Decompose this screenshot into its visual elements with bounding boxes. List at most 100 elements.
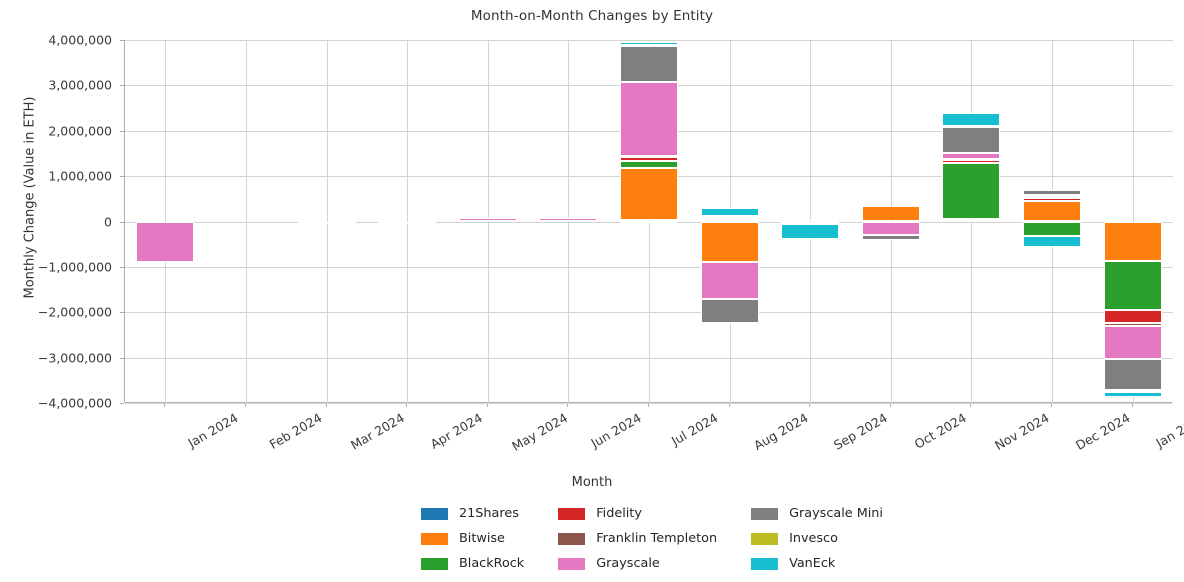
bar-group[interactable]	[861, 40, 920, 403]
legend-swatch	[421, 507, 448, 520]
bar-segment-grayscale[interactable]	[1103, 325, 1162, 359]
bar-group[interactable]	[458, 40, 517, 403]
bar-segment-grayscale[interactable]	[136, 221, 195, 263]
x-tick-label: Mar 2024	[347, 410, 407, 453]
bar-segment-grayscale[interactable]	[942, 152, 1001, 160]
bar-segment-bitwise[interactable]	[1023, 201, 1082, 222]
bar-segment-franklin-templeton[interactable]	[942, 159, 1001, 162]
bar-segment-blackrock[interactable]	[942, 162, 1001, 219]
bar-segment-invesco[interactable]	[1023, 189, 1082, 192]
legend-label: Bitwise	[459, 531, 505, 546]
bar-group[interactable]	[378, 40, 437, 403]
legend-label: Fidelity	[596, 506, 642, 521]
bar-segment-vaneck[interactable]	[1023, 236, 1082, 248]
legend-item-invesco[interactable]: Invesco	[751, 528, 883, 549]
bar-segment-invesco[interactable]	[700, 216, 759, 219]
legend-item-21shares[interactable]: 21Shares	[421, 503, 524, 524]
legend-label: Grayscale Mini	[789, 506, 883, 521]
bar-group[interactable]	[1103, 40, 1162, 403]
legend-item-bitwise[interactable]: Bitwise	[421, 528, 524, 549]
y-axis-label: Monthly Change (Value in ETH)	[22, 96, 38, 299]
legend-swatch	[751, 557, 779, 570]
x-tick-label: Dec 2024	[1073, 410, 1133, 453]
bar-segment-blackrock[interactable]	[619, 160, 678, 169]
legend-swatch	[751, 532, 779, 545]
legend-swatch	[421, 532, 448, 545]
x-axis-label: Month	[571, 475, 613, 490]
legend-item-grayscale-mini[interactable]: Grayscale Mini	[751, 503, 883, 524]
x-tick-label: Apr 2024	[427, 410, 486, 452]
bar-segment-grayscale[interactable]	[1023, 194, 1082, 197]
legend-swatch	[751, 507, 779, 520]
x-tick-label: Aug 2024	[750, 410, 811, 454]
bar-segment-grayscale-mini[interactable]	[619, 44, 678, 82]
y-tick-label: −3,000,000	[37, 350, 112, 366]
bar-segment-invesco[interactable]	[942, 126, 1001, 129]
legend-item-blackrock[interactable]: BlackRock	[421, 553, 524, 574]
bar-segment-bitwise[interactable]	[861, 205, 920, 222]
bar-group[interactable]	[1023, 40, 1082, 403]
x-tick-label: May 2024	[509, 410, 570, 454]
chart-figure: Month-on-Month Changes by Entity Monthly…	[0, 0, 1184, 582]
bar-segment-blackrock[interactable]	[1103, 260, 1162, 310]
bar-segment-vaneck[interactable]	[700, 207, 759, 217]
bar-group[interactable]	[700, 40, 759, 403]
legend-label: Invesco	[789, 531, 838, 546]
y-tick-label: −4,000,000	[37, 395, 112, 411]
bar-segment-grayscale[interactable]	[619, 81, 678, 157]
legend-item-fidelity[interactable]: Fidelity	[558, 503, 717, 524]
bar-segment-grayscale-mini[interactable]	[1103, 358, 1162, 390]
bar-group[interactable]	[539, 40, 598, 403]
bar-segment-fidelity[interactable]	[1103, 309, 1162, 323]
bar-segment-franklin-templeton[interactable]	[619, 156, 678, 159]
gridline-horizontal	[125, 403, 1173, 404]
legend-item-grayscale[interactable]: Grayscale	[558, 553, 717, 574]
legend-item-vaneck[interactable]: VanEck	[751, 553, 883, 574]
bar-group[interactable]	[942, 40, 1001, 403]
bar-segment-fidelity[interactable]	[700, 218, 759, 221]
bar-segment-grayscale[interactable]	[378, 221, 437, 224]
bar-segment-grayscale[interactable]	[297, 221, 356, 224]
bar-group[interactable]	[781, 40, 840, 403]
legend-label: BlackRock	[459, 556, 525, 571]
bar-segment-bitwise[interactable]	[1103, 221, 1162, 261]
bar-segment-bitwise[interactable]	[619, 168, 678, 221]
y-tick-label: −1,000,000	[37, 259, 112, 275]
bar-group[interactable]	[619, 40, 678, 403]
bar-segment-grayscale-mini[interactable]	[861, 235, 920, 240]
x-tick-label: Oct 2024	[911, 410, 969, 452]
x-tick-label: Jul 2024	[668, 410, 721, 449]
bar-segment-vaneck[interactable]	[1103, 392, 1162, 398]
bar-group[interactable]	[136, 40, 195, 403]
bar-segment-bitwise[interactable]	[700, 221, 759, 263]
legend-label: Grayscale	[596, 556, 660, 571]
bar-segment-invesco[interactable]	[619, 44, 678, 47]
legend-label: VanEck	[789, 556, 836, 571]
legend-label: Franklin Templeton	[596, 531, 718, 546]
x-tick-label: Jun 2024	[588, 410, 645, 451]
bar-group[interactable]	[217, 40, 275, 403]
bar-segment-vaneck[interactable]	[619, 41, 678, 45]
plot-area	[124, 40, 1173, 404]
bar-segment-grayscale-mini[interactable]	[942, 126, 1001, 153]
bar-segment-grayscale[interactable]	[861, 221, 920, 236]
y-tick-mark	[120, 403, 124, 404]
x-tick-label: Feb 2024	[266, 410, 325, 452]
bar-segment-blackrock[interactable]	[1023, 221, 1082, 237]
x-tick-label: Jan 2024	[185, 410, 241, 451]
bar-segment-vaneck[interactable]	[942, 113, 1001, 127]
bar-segment-grayscale[interactable]	[539, 218, 598, 222]
bar-segment-vaneck[interactable]	[781, 223, 840, 239]
legend-swatch	[558, 507, 586, 520]
legend-swatch	[558, 532, 586, 545]
bar-segment-grayscale-mini[interactable]	[700, 298, 759, 324]
bar-segment-bitwise[interactable]	[942, 218, 1001, 222]
legend-label: 21Shares	[459, 506, 519, 521]
legend-swatch	[558, 557, 586, 570]
bar-group[interactable]	[297, 40, 356, 403]
bar-segment-grayscale[interactable]	[458, 218, 517, 222]
bar-segment-21shares[interactable]	[619, 220, 678, 223]
bar-segment-franklin-templeton[interactable]	[1023, 196, 1082, 199]
bar-segment-grayscale[interactable]	[700, 262, 759, 299]
legend-item-franklin-templeton[interactable]: Franklin Templeton	[558, 528, 717, 549]
